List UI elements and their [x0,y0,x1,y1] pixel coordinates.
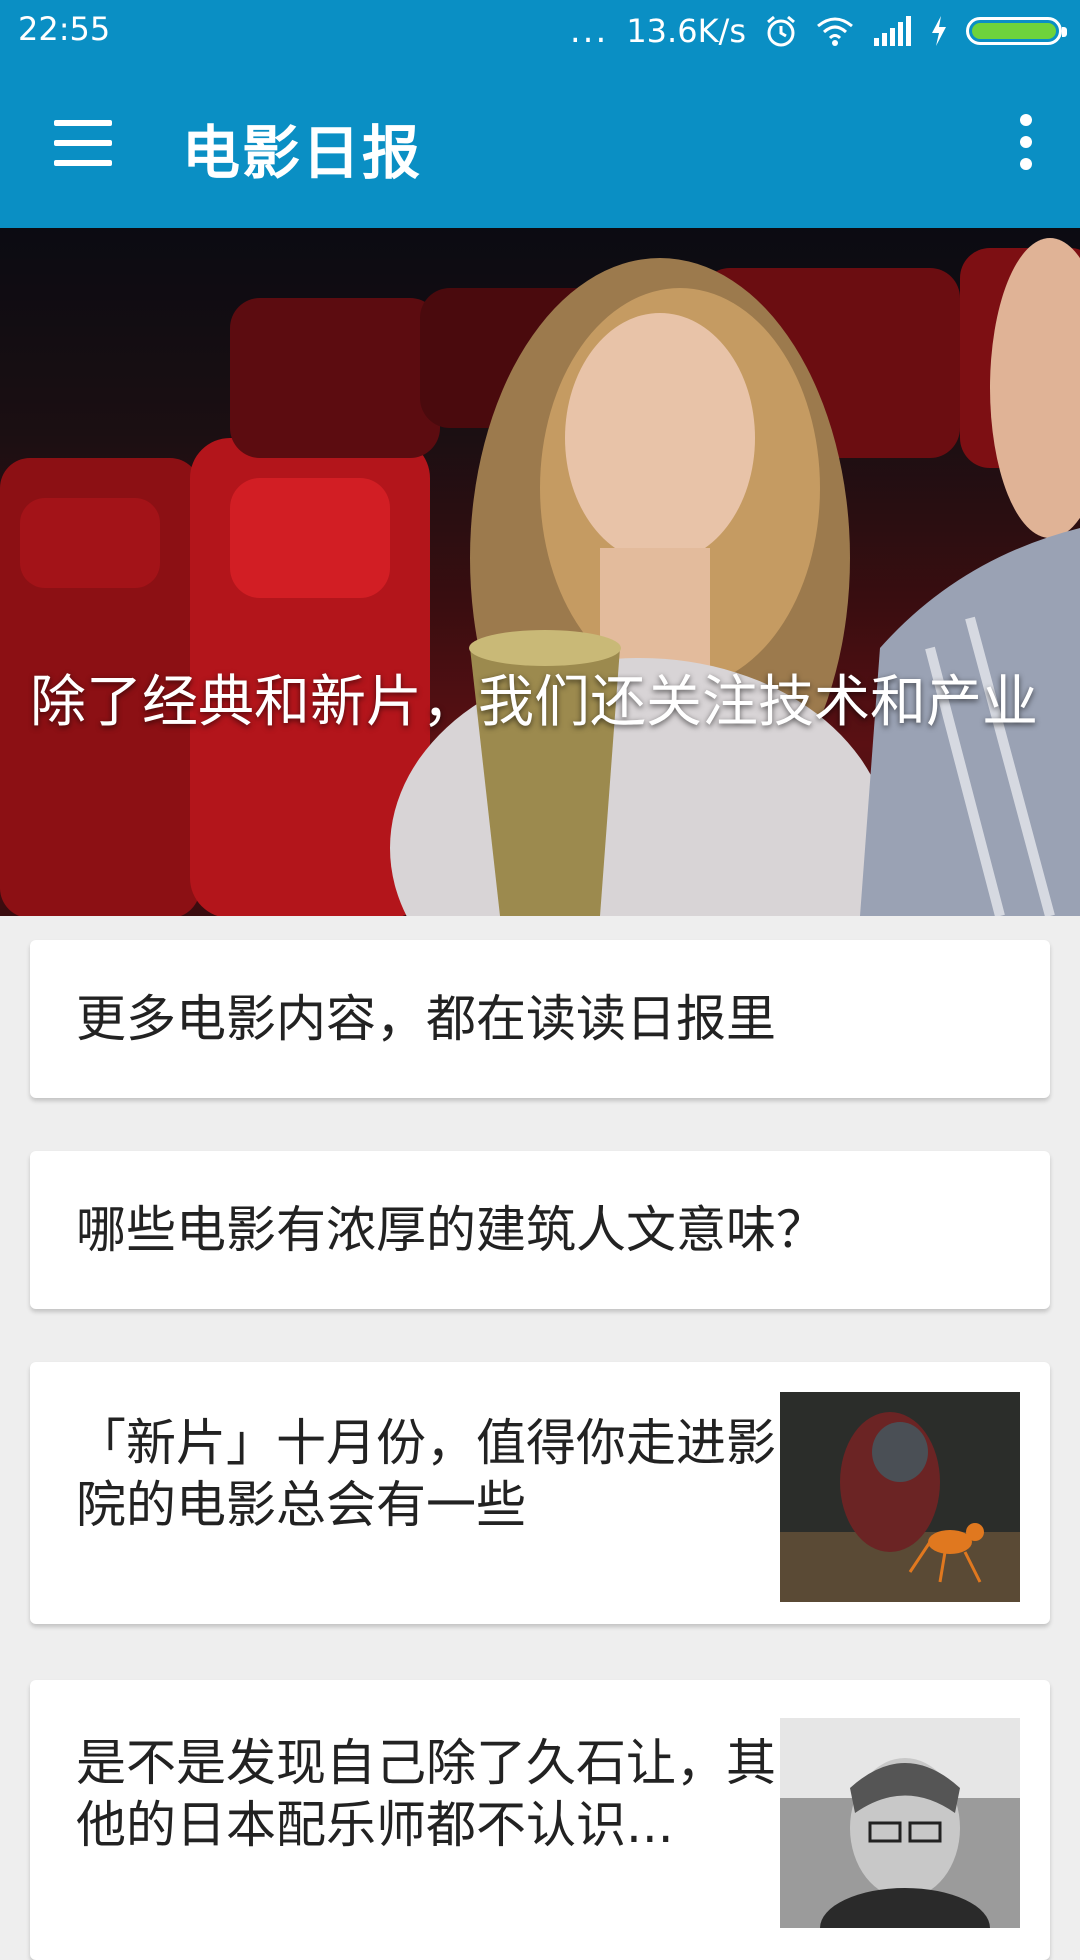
battery-icon [966,17,1067,45]
article-title: 哪些电影有浓厚的建筑人文意味？ [76,1201,826,1259]
article-card[interactable]: 是不是发现自己除了久石让，其他的日本配乐师都不认识... [30,1680,1050,1960]
hero-image [0,238,1080,916]
article-title: 「新片」十月份，值得你走进影院的电影总会有一些 [76,1414,776,1534]
notification-dots: ... [569,11,609,51]
signal-icon [874,16,911,46]
alarm-icon [767,15,795,47]
hero-banner[interactable]: 除了经典和新片，我们还关注技术和产业 [0,228,1080,916]
wifi-icon [817,17,853,46]
menu-icon[interactable] [54,120,112,166]
status-icons: ... 13.6K/s [569,8,1067,54]
article-title: 是不是发现自己除了久石让，其他的日本配乐师都不认识... [76,1734,776,1854]
app-title: 电影日报 [182,119,423,187]
article-thumbnail [780,1718,1020,1928]
article-card[interactable]: 更多电影内容，都在读读日报里 [30,940,1050,1098]
status-bar: 22:55 ... 13.6K/s [0,0,1080,62]
more-vert-icon[interactable] [1004,108,1044,178]
article-title: 更多电影内容，都在读读日报里 [76,990,776,1048]
hero-caption: 除了经典和新片，我们还关注技术和产业 [30,670,1038,735]
app-bar: 电影日报 [0,62,1080,228]
status-time: 22:55 [18,10,111,48]
article-thumbnail [780,1392,1020,1602]
article-card[interactable]: 「新片」十月份，值得你走进影院的电影总会有一些 [30,1362,1050,1624]
article-card[interactable]: 哪些电影有浓厚的建筑人文意味？ [30,1151,1050,1309]
network-speed: 13.6K/s [626,12,746,50]
charging-icon [932,16,946,46]
